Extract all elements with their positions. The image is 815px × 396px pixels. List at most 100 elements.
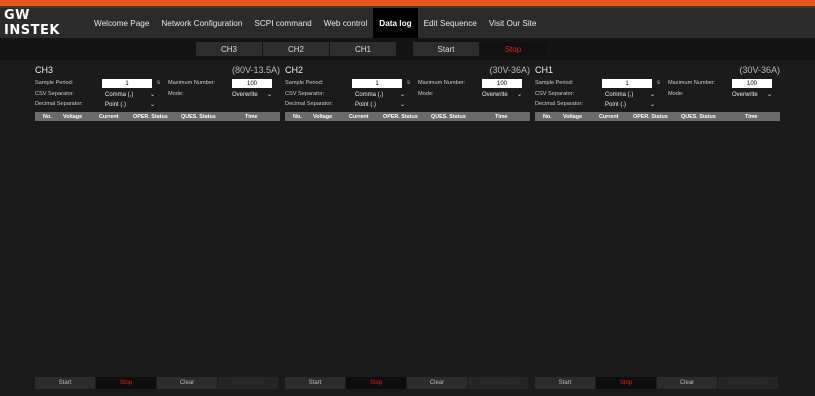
csv-separator-label: CSV Separator: [285,91,325,97]
brand-logo[interactable]: GW INSTEK [4,8,88,38]
maximum-number-label: Maximum Number: [668,80,716,86]
chevron-down-icon: ⌄ [266,92,272,98]
sample-period-unit: s [407,80,410,86]
mode-label: Mode: [668,91,684,97]
channel-panel-ch3: CH3 (80V-13.5A) Sample Period: 1 s Maxim… [35,63,280,393]
row-csv-separator: CSV Separator: Comma (,) ⌄ Mode: Overwri… [285,90,530,99]
stop-button[interactable]: Stop [96,377,156,389]
maximum-number-input[interactable]: 100 [482,79,522,88]
mode-value: Overwrite [732,91,758,98]
decimal-separator-select[interactable]: Point (.) ⌄ [605,100,655,109]
sample-period-input[interactable]: 1 [102,79,152,88]
decimal-separator-label: Decimal Separator: [285,101,333,107]
log-table-body [535,121,780,377]
log-table-body [285,121,530,377]
nav-scpi-command[interactable]: SCPI command [248,8,317,38]
maximum-number-label: Maximum Number: [418,80,466,86]
log-table-body [35,121,280,377]
sample-period-label: Sample Period: [285,80,324,86]
decimal-separator-select[interactable]: Point (.) ⌄ [355,100,405,109]
csv-separator-value: Comma (,) [605,91,634,98]
chevron-down-icon: ⌄ [516,92,522,98]
col-time: Time [745,114,758,120]
start-button[interactable]: Start [285,377,345,389]
stop-all-button[interactable]: Stop [480,42,546,56]
clear-button[interactable]: Clear [657,377,717,389]
panel-button-row: Start Stop Clear Save to CSV [35,377,280,389]
csv-separator-select[interactable]: Comma (,) ⌄ [355,90,405,99]
sample-period-input[interactable]: 1 [352,79,402,88]
col-no: No. [293,114,302,120]
channel-panel-ch2: CH2 (30V-36A) Sample Period: 1 s Maximum… [285,63,530,393]
channel-range: (80V-13.5A) [231,65,280,75]
start-button[interactable]: Start [35,377,95,389]
decimal-separator-value: Point (.) [355,101,377,108]
nav-web-control[interactable]: Web control [318,8,374,38]
start-button[interactable]: Start [535,377,595,389]
channel-name: CH3 [35,65,54,75]
col-no: No. [43,114,52,120]
sample-period-label: Sample Period: [35,80,74,86]
col-no: No. [543,114,552,120]
tab-ch1[interactable]: CH1 [330,42,396,56]
decimal-separator-select[interactable]: Point (.) ⌄ [105,100,155,109]
decimal-separator-value: Point (.) [105,101,127,108]
row-decimal-separator: Decimal Separator: Point (.) ⌄ [285,100,530,109]
nav-visit-our-site[interactable]: Visit Our Site [483,8,543,38]
channel-tab-bar: CH3 CH2 CH1 Start Stop [0,38,815,60]
panel-button-row: Start Stop Clear Save to CSV [535,377,780,389]
panel-button-row: Start Stop Clear Save to CSV [285,377,530,389]
decimal-separator-label: Decimal Separator: [535,101,583,107]
channel-range: (30V-36A) [739,65,780,75]
sample-period-unit: s [657,80,660,86]
row-sample-period: Sample Period: 1 s Maximum Number: 100 [535,79,780,88]
col-oper-status: OPER. Status [633,114,668,120]
col-ques-status: QUES. Status [431,114,466,120]
stop-button[interactable]: Stop [346,377,406,389]
nav-welcome-page[interactable]: Welcome Page [88,8,155,38]
stop-button[interactable]: Stop [596,377,656,389]
col-voltage: Voltage [63,114,83,120]
nav-edit-sequence[interactable]: Edit Sequence [418,8,483,38]
chevron-down-icon: ⌄ [766,92,772,98]
col-ques-status: QUES. Status [181,114,216,120]
row-csv-separator: CSV Separator: Comma (,) ⌄ Mode: Overwri… [535,90,780,99]
sample-period-unit: s [157,80,160,86]
col-current: Current [599,114,619,120]
sample-period-input[interactable]: 1 [602,79,652,88]
decimal-separator-value: Point (.) [605,101,627,108]
channel-name: CH2 [285,65,304,75]
channel-name: CH1 [535,65,554,75]
tab-ch2[interactable]: CH2 [263,42,329,56]
maximum-number-input[interactable]: 100 [732,79,772,88]
col-time: Time [495,114,508,120]
decimal-separator-label: Decimal Separator: [35,101,83,107]
row-decimal-separator: Decimal Separator: Point (.) ⌄ [35,100,280,109]
col-ques-status: QUES. Status [681,114,716,120]
start-all-button[interactable]: Start [413,42,479,56]
log-table-header: No. Voltage Current OPER. Status QUES. S… [35,112,280,121]
mode-select[interactable]: Overwrite ⌄ [482,90,522,99]
save-to-csv-button[interactable]: Save to CSV [718,377,778,389]
clear-button[interactable]: Clear [407,377,467,389]
csv-separator-label: CSV Separator: [535,91,575,97]
panel-header: CH3 (80V-13.5A) [35,65,280,77]
nav-data-log[interactable]: Data log [373,8,418,38]
sample-period-label: Sample Period: [535,80,574,86]
col-oper-status: OPER. Status [383,114,418,120]
tab-ch3[interactable]: CH3 [196,42,262,56]
save-to-csv-button[interactable]: Save to CSV [468,377,528,389]
row-sample-period: Sample Period: 1 s Maximum Number: 100 [285,79,530,88]
mode-label: Mode: [168,91,184,97]
csv-separator-select[interactable]: Comma (,) ⌄ [105,90,155,99]
save-to-csv-button[interactable]: Save to CSV [218,377,278,389]
csv-separator-select[interactable]: Comma (,) ⌄ [605,90,655,99]
chevron-down-icon: ⌄ [399,92,405,98]
mode-select[interactable]: Overwrite ⌄ [232,90,272,99]
nav-network-configuration[interactable]: Network Configuration [155,8,248,38]
maximum-number-input[interactable]: 100 [232,79,272,88]
mode-select[interactable]: Overwrite ⌄ [732,90,772,99]
log-table-header: No. Voltage Current OPER. Status QUES. S… [535,112,780,121]
clear-button[interactable]: Clear [157,377,217,389]
row-sample-period: Sample Period: 1 s Maximum Number: 100 [35,79,280,88]
